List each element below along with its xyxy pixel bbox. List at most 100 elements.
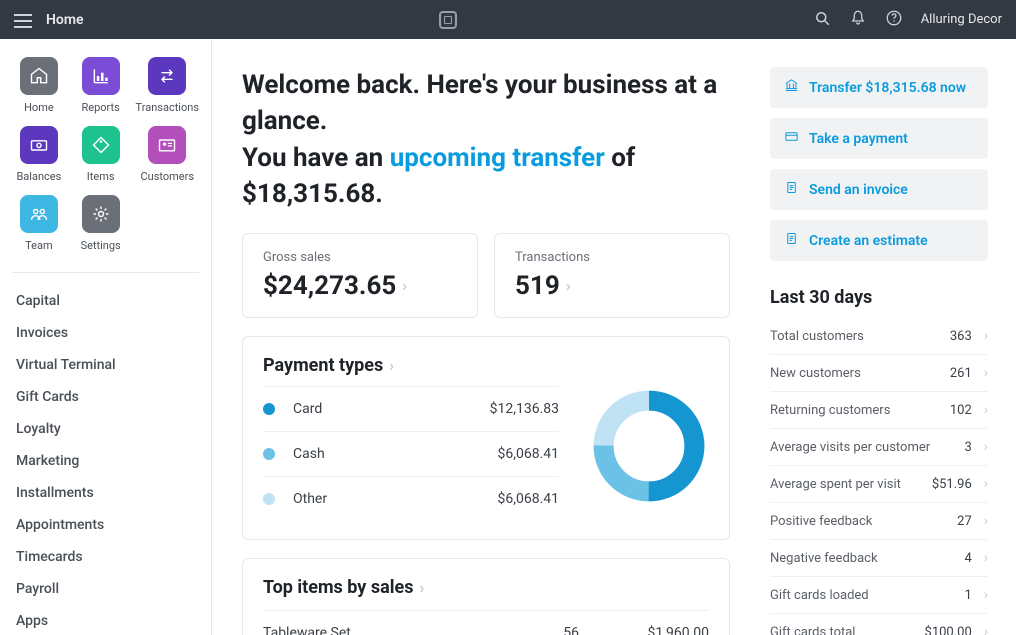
sidebar-link-payroll[interactable]: Payroll — [12, 573, 199, 605]
sidebar-link-capital[interactable]: Capital — [12, 285, 199, 317]
stat-value: 1 — [964, 588, 971, 603]
gross-sales-label: Gross sales — [263, 250, 457, 265]
main-content: Welcome back. Here's your business at a … — [212, 39, 760, 635]
sidebar-link-marketing[interactable]: Marketing — [12, 445, 199, 477]
item-amount: $1,960.00 — [619, 625, 709, 635]
transfer-now-button[interactable]: Transfer $18,315.68 now — [770, 67, 988, 108]
search-icon[interactable] — [813, 9, 831, 31]
payment-types-panel: Payment types› Card$12,136.83Cash$6,068.… — [242, 336, 730, 540]
money-icon — [20, 126, 58, 164]
sidebar-tile-settings[interactable]: Settings — [74, 195, 128, 252]
chevron-right-icon: › — [984, 439, 988, 455]
sidebar-link-timecards[interactable]: Timecards — [12, 541, 199, 573]
sidebar: Home ReportsTransactions Balances Items Cust… — [0, 39, 212, 635]
sidebar-tile-customers[interactable]: Customers — [136, 126, 199, 183]
sidebar-link-virtual-terminal[interactable]: Virtual Terminal — [12, 349, 199, 381]
create-estimate-button[interactable]: Create an estimate — [770, 220, 988, 261]
card-icon — [784, 129, 799, 148]
menu-icon[interactable] — [14, 13, 32, 27]
stat-value: 4 — [964, 551, 971, 566]
payment-types-title[interactable]: Payment types› — [263, 355, 709, 376]
stat-line[interactable]: Gift cards loaded1 › — [770, 577, 988, 614]
stat-line[interactable]: Positive feedback27 › — [770, 503, 988, 540]
stat-name: Gift cards loaded — [770, 588, 964, 603]
payment-types-donut-chart — [589, 386, 709, 521]
stat-line[interactable]: New customers261› — [770, 355, 988, 392]
payment-type-row[interactable]: Other$6,068.41 — [263, 476, 559, 521]
take-payment-button[interactable]: Take a payment — [770, 118, 988, 159]
stat-value: 363 — [950, 329, 972, 344]
sidebar-link-gift-cards[interactable]: Gift Cards — [12, 381, 199, 413]
upcoming-transfer-link[interactable]: upcoming transfer — [390, 143, 605, 173]
payment-type-amount: $12,136.83 — [490, 401, 559, 417]
bell-icon[interactable] — [849, 9, 867, 31]
payment-type-name: Cash — [293, 446, 497, 462]
tile-label: Settings — [81, 239, 121, 252]
gear-icon — [82, 195, 120, 233]
top-item-row[interactable]: Tableware Set56$1,960.00 — [263, 610, 709, 635]
tile-label: Items — [87, 170, 115, 183]
stat-line[interactable]: Negative feedback4› — [770, 540, 988, 577]
payment-type-row[interactable]: Cash$6,068.41 — [263, 431, 559, 476]
payment-type-row[interactable]: Card$12,136.83 — [263, 386, 559, 431]
transactions-card[interactable]: Transactions 519 › — [494, 233, 730, 318]
chevron-right-icon: › — [419, 578, 424, 597]
divider — [12, 272, 199, 273]
help-icon[interactable] — [885, 9, 903, 31]
top-items-title[interactable]: Top items by sales› — [263, 577, 709, 598]
home-icon — [20, 57, 58, 95]
sidebar-tile-items[interactable]: Items — [74, 126, 128, 183]
sidebar-tile-home[interactable]: Home — [12, 57, 66, 114]
dot-icon — [263, 448, 275, 460]
account-name[interactable]: Alluring Decor — [921, 12, 1002, 27]
tile-label: Team — [25, 239, 53, 252]
chevron-right-icon: › — [984, 328, 988, 344]
tile-label: Balances — [16, 170, 61, 183]
chevron-right-icon: › — [984, 550, 988, 566]
sidebar-link-apps[interactable]: Apps — [12, 605, 199, 635]
transactions-label: Transactions — [515, 250, 709, 265]
stat-line[interactable]: Total customers363 › — [770, 318, 988, 355]
chevron-right-icon: › — [984, 624, 988, 635]
last-30-days-title: Last 30 days — [770, 287, 988, 308]
stat-name: Returning customers — [770, 403, 950, 418]
chevron-right-icon: › — [402, 276, 407, 295]
payment-type-name: Other — [293, 491, 497, 507]
stat-name: Average visits per customer — [770, 440, 964, 455]
tile-label: Home — [24, 101, 54, 114]
transactions-value: 519 — [515, 271, 560, 301]
stat-name: Total customers — [770, 329, 950, 344]
stat-line[interactable]: Average visits per customer3› — [770, 429, 988, 466]
stat-line[interactable]: Gift cards total$100.00› — [770, 614, 988, 635]
sidebar-link-loyalty[interactable]: Loyalty — [12, 413, 199, 445]
welcome-line2: You have an upcoming transfer of $18,315… — [242, 140, 730, 213]
sidebar-tile-transactions[interactable]: Transactions — [136, 57, 199, 114]
sidebar-link-appointments[interactable]: Appointments — [12, 509, 199, 541]
stat-value: $51.96 — [932, 477, 972, 492]
chevron-right-icon: › — [984, 402, 988, 418]
sidebar-tile-team[interactable]: Team — [12, 195, 66, 252]
chevron-right-icon: › — [566, 276, 571, 295]
chevron-right-icon: › — [389, 356, 394, 375]
welcome-line1: Welcome back. Here's your business at a … — [242, 67, 730, 140]
chart-icon — [82, 57, 120, 95]
bank-icon — [784, 78, 799, 97]
gross-sales-card[interactable]: Gross sales $24,273.65› — [242, 233, 478, 318]
stat-value: 261 — [950, 366, 972, 381]
payment-type-amount: $6,068.41 — [497, 491, 559, 507]
stat-value: 27 — [957, 514, 972, 529]
item-name: Tableware Set — [263, 625, 519, 635]
send-invoice-button[interactable]: Send an invoice — [770, 169, 988, 210]
chevron-right-icon: › — [984, 476, 988, 492]
stat-line[interactable]: Returning customers102› — [770, 392, 988, 429]
chevron-right-icon: › — [984, 587, 988, 603]
chevron-right-icon: › — [984, 513, 988, 529]
sidebar-tile-reports[interactable]: Reports — [74, 57, 128, 114]
sidebar-link-invoices[interactable]: Invoices — [12, 317, 199, 349]
sidebar-link-installments[interactable]: Installments — [12, 477, 199, 509]
stat-name: Positive feedback — [770, 514, 957, 529]
stat-line[interactable]: Average spent per visit$51.96› — [770, 466, 988, 503]
sidebar-tile-balances[interactable]: Balances — [12, 126, 66, 183]
stat-name: New customers — [770, 366, 950, 381]
top-items-panel: Top items by sales› Tableware Set56$1,96… — [242, 558, 730, 635]
